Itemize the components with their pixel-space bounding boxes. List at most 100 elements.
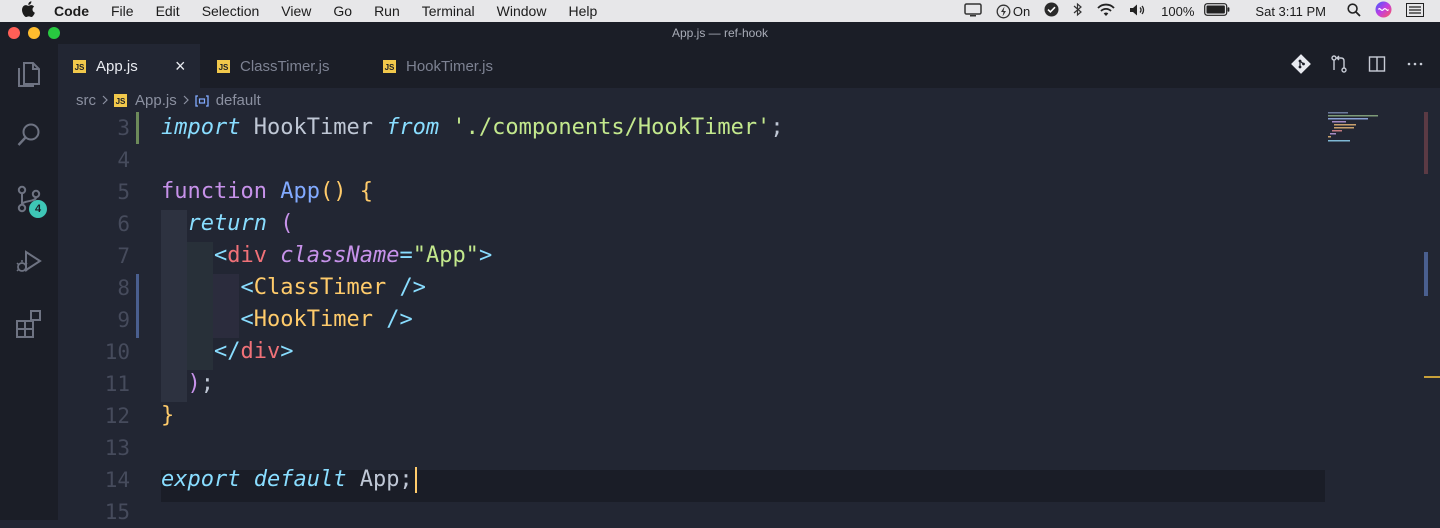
editor-scrollbar[interactable] (1424, 112, 1440, 520)
apple-menu-icon[interactable] (18, 1, 38, 21)
code-line[interactable]: export default App; (161, 464, 417, 496)
menu-help[interactable]: Help (557, 3, 608, 19)
code-editor[interactable]: 3 import HookTimer from './components/Hoo… (58, 112, 1440, 524)
code-token: ; (200, 371, 214, 396)
search-icon[interactable] (14, 120, 44, 150)
code-token: = (399, 243, 413, 268)
tab-hooktimer-js[interactable]: JS HookTimer.js (366, 44, 524, 88)
files-icon[interactable] (14, 58, 44, 88)
menu-run[interactable]: Run (363, 3, 411, 19)
code-token: /> (399, 275, 426, 300)
code-line[interactable]: <div className="App"> (161, 240, 492, 272)
menu-window[interactable]: Window (486, 3, 558, 19)
shield-check-icon[interactable] (1044, 2, 1059, 20)
chevron-right-icon (182, 92, 190, 109)
app-menu[interactable]: Code (52, 3, 100, 19)
battery-percent: 100% (1161, 3, 1195, 19)
clock[interactable]: Sat 3:11 PM (1255, 4, 1326, 19)
chevron-right-icon (101, 92, 109, 109)
menu-go[interactable]: Go (322, 3, 363, 19)
code-token: function (161, 179, 267, 204)
code-token: return (187, 211, 267, 236)
status-menus: On 100% Sat 3:11 PM (957, 0, 1440, 22)
compare-changes-icon[interactable] (1320, 54, 1358, 79)
line-number: 5 (117, 180, 130, 204)
js-file-icon: JS (217, 59, 230, 73)
menu-view[interactable]: View (270, 3, 322, 19)
tab-label: HookTimer.js (406, 57, 493, 75)
code-token: export (161, 467, 241, 492)
code-line[interactable]: </div> (161, 336, 294, 368)
git-icon[interactable] (1282, 53, 1320, 79)
zoom-window-button[interactable] (48, 27, 60, 39)
line-number: 8 (117, 276, 130, 300)
code-token: HookTimer (253, 307, 373, 332)
power-icon[interactable] (996, 4, 1011, 19)
run-debug-icon[interactable] (14, 246, 44, 276)
tab-label: ClassTimer.js (240, 57, 330, 75)
cursor-position-marker (1424, 376, 1440, 378)
code-token: div (227, 243, 267, 268)
symbol-variable-icon (195, 94, 209, 107)
code-token: > (280, 339, 294, 364)
more-actions-icon[interactable] (1396, 54, 1434, 79)
tab-app-js[interactable]: JS App.js × (58, 44, 200, 88)
code-token: ) (187, 371, 201, 396)
activity-bar: 4 (0, 44, 58, 520)
tab-classtimer-js[interactable]: JS ClassTimer.js (200, 44, 366, 88)
code-line[interactable]: } (161, 400, 174, 432)
code-token: > (478, 243, 493, 268)
breadcrumb-symbol[interactable]: default (216, 92, 261, 109)
wifi-icon[interactable] (1097, 3, 1115, 20)
menu-selection[interactable]: Selection (191, 3, 271, 19)
line-number: 6 (117, 212, 130, 236)
screen-icon[interactable] (964, 2, 982, 20)
breadcrumb-file[interactable]: App.js (135, 92, 177, 109)
minimize-window-button[interactable] (28, 27, 40, 39)
code-line[interactable]: <HookTimer /> (161, 304, 412, 336)
battery-icon[interactable] (1204, 3, 1230, 19)
menu-terminal[interactable]: Terminal (411, 3, 486, 19)
volume-icon[interactable] (1129, 3, 1147, 20)
split-editor-icon[interactable] (1358, 54, 1396, 79)
window-controls (8, 27, 60, 39)
scm-changes-badge: 4 (29, 200, 47, 218)
extensions-icon[interactable] (14, 308, 44, 338)
close-window-button[interactable] (8, 27, 20, 39)
close-icon[interactable]: × (175, 56, 186, 77)
text-cursor (414, 467, 417, 493)
code-token: App; (346, 467, 413, 492)
js-file-icon: JS (73, 59, 86, 73)
editor-actions (1282, 44, 1440, 88)
control-center-icon[interactable] (1406, 2, 1424, 20)
code-line[interactable]: return ( (161, 208, 294, 240)
code-line[interactable]: <ClassTimer /> (161, 272, 426, 304)
modified-line-marker (136, 274, 139, 338)
code-line[interactable]: function App() { (161, 176, 373, 208)
window-title: App.js — ref-hook (671, 26, 769, 40)
code-token: className (280, 243, 400, 268)
line-number: 15 (104, 500, 130, 524)
code-line[interactable]: ); (161, 368, 215, 400)
siri-icon[interactable] (1375, 1, 1392, 21)
bluetooth-icon[interactable] (1073, 2, 1083, 20)
code-token: </ (213, 339, 241, 364)
minimap[interactable] (1328, 112, 1418, 172)
code-token: div (240, 339, 281, 364)
code-token: from (386, 115, 440, 140)
code-line[interactable]: import HookTimer from './components/Hook… (161, 112, 784, 144)
menu-file[interactable]: File (100, 3, 145, 19)
line-number: 7 (117, 244, 130, 268)
code-token: import (161, 115, 241, 140)
menu-edit[interactable]: Edit (145, 3, 191, 19)
line-number: 14 (104, 468, 130, 492)
breadcrumb-folder[interactable]: src (76, 92, 96, 109)
spotlight-search-icon[interactable] (1347, 2, 1361, 20)
code-token: default (253, 467, 347, 492)
